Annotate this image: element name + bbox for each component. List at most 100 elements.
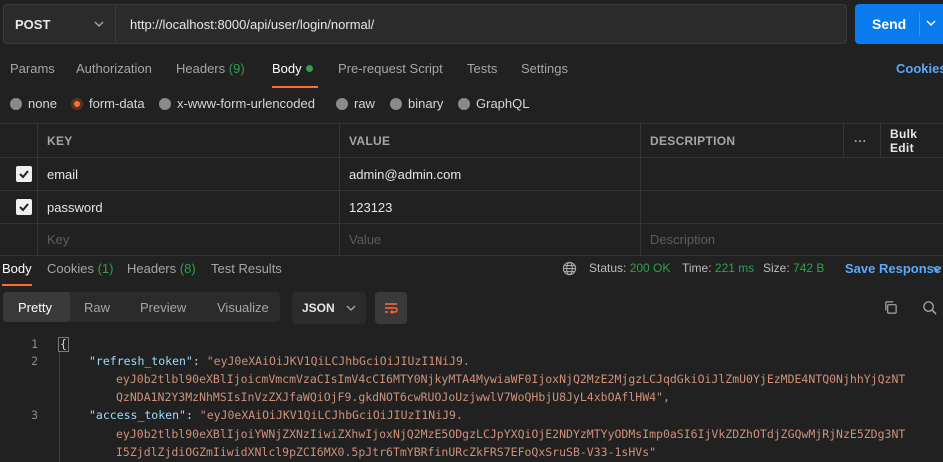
view-mode-segmented: Pretty Raw Preview Visualize — [3, 292, 280, 322]
fold-guide — [59, 352, 60, 462]
row-checkbox[interactable] — [0, 158, 37, 190]
response-tab-headers[interactable]: Headers (8) — [127, 261, 196, 276]
tab-prerequest[interactable]: Pre-request Script — [338, 61, 443, 76]
wrap-lines-button[interactable] — [375, 292, 407, 324]
view-raw-button[interactable]: Raw — [84, 292, 110, 322]
url-input[interactable]: http://localhost:8000/api/user/login/nor… — [116, 4, 847, 44]
method-select[interactable]: POST — [3, 4, 116, 44]
view-pretty-button[interactable]: Pretty — [3, 292, 70, 322]
time-readout[interactable]: Time: 221 ms — [682, 261, 754, 275]
copy-icon[interactable] — [883, 300, 898, 315]
param-value-cell[interactable]: admin@admin.com — [339, 158, 640, 190]
table-row: email admin@admin.com — [0, 158, 943, 191]
json-line: "access_token": "eyJ0eXAiOiJKV1QiLCJhbGc… — [89, 408, 463, 422]
tab-headers[interactable]: Headers (9) — [176, 61, 245, 76]
table-row: password 123123 — [0, 191, 943, 224]
headers-count: (8) — [179, 261, 196, 276]
response-tab-body[interactable]: Body — [2, 261, 32, 276]
active-tab-underline — [272, 86, 318, 88]
tab-label: Tests — [467, 61, 498, 76]
table-row-empty: Key Value Description — [0, 224, 943, 256]
response-tab-cookies[interactable]: Cookies (1) — [47, 261, 113, 276]
chevron-down-icon[interactable] — [925, 17, 937, 29]
more-options-icon[interactable]: ··· — [843, 124, 880, 157]
tab-tests[interactable]: Tests — [467, 61, 497, 76]
status-readout[interactable]: Status: 200 OK — [589, 261, 670, 275]
response-tab-test-results[interactable]: Test Results — [211, 261, 282, 276]
line-number: 2 — [31, 354, 38, 368]
size-readout[interactable]: Size: 742 B — [763, 261, 824, 275]
checkbox-checked-icon — [16, 166, 32, 182]
view-visualize-button[interactable]: Visualize — [217, 292, 269, 322]
tab-settings[interactable]: Settings — [521, 61, 568, 76]
param-key-cell[interactable]: email — [37, 158, 339, 190]
tab-label: Pre-request Script — [338, 61, 443, 76]
param-description-cell[interactable] — [640, 158, 943, 190]
radio-label: x-www-form-urlencoded — [177, 96, 315, 111]
send-label: Send — [872, 16, 907, 32]
headers-count: (9) — [228, 61, 245, 76]
tab-label: Cookies — [47, 261, 94, 276]
tab-authorization[interactable]: Authorization — [76, 61, 152, 76]
radio-label: raw — [354, 96, 375, 111]
status-label: Status: — [589, 261, 627, 275]
json-string-continued: QzNDA1N2Y3MzNhMSIsInVzZXJfaWQiOjF9.gkdNO… — [116, 390, 670, 404]
cookies-link[interactable]: Cookies — [896, 61, 943, 76]
send-button[interactable]: Send — [855, 4, 943, 44]
radio-binary[interactable]: binary — [390, 96, 443, 111]
radio-dot — [159, 97, 171, 110]
tab-label: Headers — [127, 261, 177, 276]
bulk-edit-button[interactable]: Bulk Edit — [880, 124, 943, 157]
json-string: "eyJ0eXAiOiJKV1QiLCJhbGciOiJIUzI1NiJ9. — [206, 354, 470, 368]
radio-graphql[interactable]: GraphQL — [458, 96, 529, 111]
new-value-input[interactable]: Value — [339, 224, 640, 255]
search-icon[interactable] — [922, 300, 937, 315]
radio-none[interactable]: none — [10, 96, 57, 111]
new-description-input[interactable]: Description — [640, 224, 943, 255]
placeholder-text: Description — [650, 232, 716, 247]
radio-urlencoded[interactable]: x-www-form-urlencoded — [159, 96, 315, 111]
size-label: Size: — [763, 261, 790, 275]
json-key: "access_token" — [89, 408, 186, 422]
json-open-brace: { — [58, 337, 69, 352]
line-number: 1 — [31, 337, 38, 351]
save-response-label: Save Response — [845, 261, 942, 276]
radio-form-data[interactable]: form-data — [71, 96, 145, 111]
tab-body[interactable]: Body — [272, 61, 302, 76]
chevron-down-icon[interactable] — [932, 264, 942, 274]
tab-label: Params — [10, 61, 55, 76]
param-key-cell[interactable]: password — [37, 191, 339, 223]
tab-label: Headers — [176, 61, 226, 76]
status-value: 200 OK — [629, 261, 671, 275]
tab-label: Test Results — [211, 261, 282, 276]
json-string: "eyJ0eXAiOiJKV1QiLCJhbGciOiJIUzI1NiJ9. — [199, 408, 463, 422]
param-value-cell[interactable]: 123123 — [339, 191, 640, 223]
radio-raw[interactable]: raw — [336, 96, 375, 111]
tab-params[interactable]: Params — [10, 61, 55, 76]
chevron-down-icon — [346, 305, 356, 311]
json-key: "refresh_token" — [89, 354, 193, 368]
format-label: JSON — [302, 301, 335, 315]
globe-icon[interactable] — [562, 261, 577, 276]
send-divider — [919, 12, 920, 36]
radio-dot — [458, 97, 470, 110]
time-label: Time: — [682, 261, 712, 275]
column-header-key: KEY — [37, 124, 339, 157]
placeholder-text: Key — [47, 232, 70, 247]
active-response-tab-underline — [2, 284, 32, 286]
view-preview-button[interactable]: Preview — [140, 292, 186, 322]
save-response-button[interactable]: Save Response — [845, 261, 941, 276]
time-value: 221 ms — [714, 261, 755, 275]
row-checkbox[interactable] — [0, 191, 37, 223]
body-indicator-dot — [306, 65, 313, 72]
tab-label: Authorization — [76, 61, 152, 76]
format-select[interactable]: JSON — [292, 292, 366, 324]
json-string-continued: eyJ0b2tlbl90eXBlIjoiYWNjZXNzIiwiZXhwIjox… — [116, 427, 906, 441]
new-key-input[interactable]: Key — [37, 224, 339, 255]
method-label: POST — [15, 16, 51, 32]
json-string-continued: I5ZjdlZjdiOGZmIiwidXNlcl9pZCI6MX0.5pJtr6… — [116, 445, 657, 459]
tab-label: Body — [2, 261, 32, 276]
radio-dot — [390, 97, 402, 110]
json-line: "refresh_token": "eyJ0eXAiOiJKV1QiLCJhbG… — [89, 354, 470, 368]
param-description-cell[interactable] — [640, 191, 943, 223]
